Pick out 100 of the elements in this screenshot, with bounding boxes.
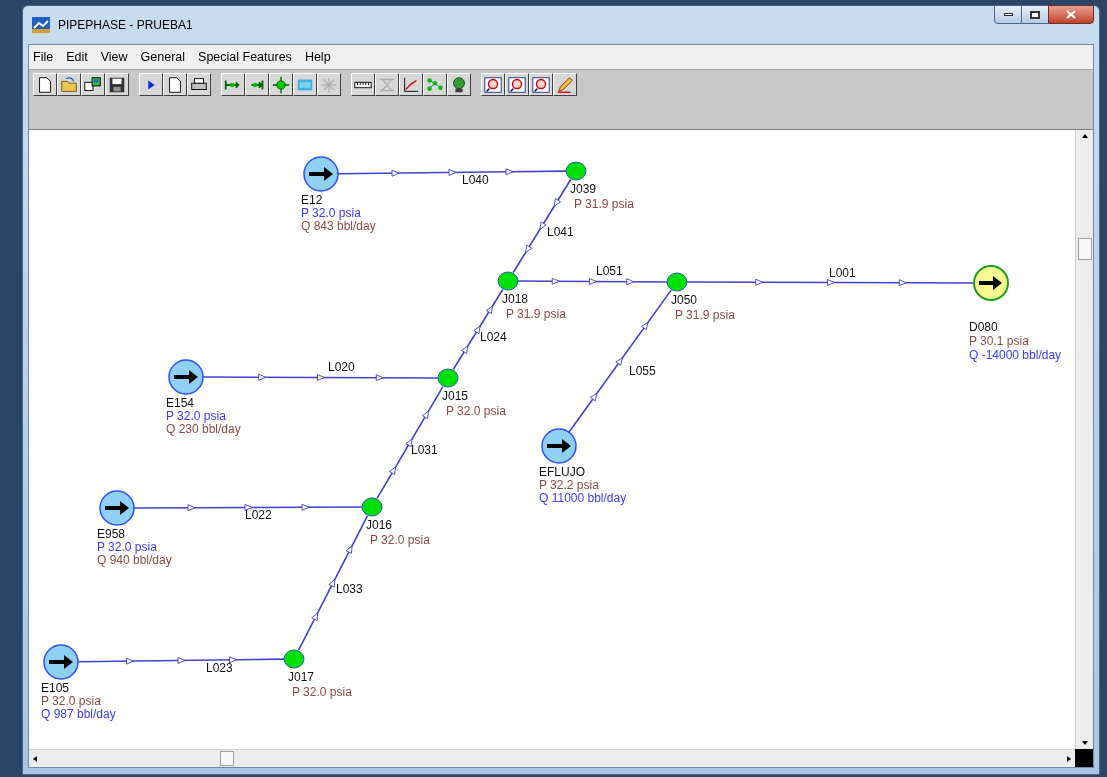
pipe-label: L041 <box>547 225 574 239</box>
junction-node[interactable] <box>437 368 459 388</box>
junction-node-button[interactable] <box>269 73 293 96</box>
app-logo-icon <box>32 17 50 33</box>
junction-node[interactable] <box>565 161 587 181</box>
scroll-left-icon[interactable] <box>33 755 37 762</box>
window-title: PIPEPHASE - PRUEBA1 <box>58 17 193 34</box>
maximize-button[interactable] <box>1022 5 1048 24</box>
node-reading: P 32.0 psia <box>166 409 226 423</box>
sink-node-button[interactable] <box>245 73 269 96</box>
source-node-icon[interactable] <box>541 428 577 464</box>
node-name: J015 <box>442 389 469 403</box>
source-node-button[interactable] <box>221 73 245 96</box>
menu-item[interactable]: Special Features <box>198 47 292 67</box>
print-button[interactable] <box>187 73 211 96</box>
pencil-icon <box>555 74 575 95</box>
grid-button[interactable] <box>375 73 399 96</box>
menu-item[interactable]: View <box>100 47 128 67</box>
node-reading: P 32.0 psia <box>370 533 430 547</box>
pipe-line[interactable] <box>512 178 572 274</box>
junction-node[interactable] <box>666 272 688 292</box>
pipe-label: L033 <box>336 582 363 596</box>
save-disk-button[interactable] <box>105 73 129 96</box>
chart-button[interactable] <box>399 73 423 96</box>
menu-item[interactable]: Help <box>304 47 331 67</box>
node-reading: P 32.0 psia <box>97 540 157 554</box>
node-graph-button[interactable] <box>423 73 447 96</box>
node-reading: Q 11000 bbl/day <box>539 491 627 505</box>
pipe-label: L051 <box>596 264 623 278</box>
asterisk-button[interactable] <box>317 73 341 96</box>
junction-node-icon <box>271 74 291 95</box>
node-name: E958 <box>97 527 126 541</box>
node-reading: P 31.9 psia <box>574 197 634 211</box>
network-window-button[interactable] <box>81 73 105 96</box>
menu-item[interactable]: Edit <box>66 47 88 67</box>
pipe-line[interactable] <box>133 503 363 512</box>
node-name: J018 <box>502 292 529 306</box>
minimize-icon <box>1003 13 1013 16</box>
scroll-right-icon[interactable] <box>1067 755 1071 762</box>
open-folder-button[interactable] <box>57 73 81 96</box>
node-reading: P 32.0 psia <box>446 404 506 418</box>
pipe-label: L040 <box>462 173 489 187</box>
node-name: EFLUJO <box>539 465 585 479</box>
node-name: E12 <box>301 193 323 207</box>
node-reading: P 32.0 psia <box>301 206 361 220</box>
zoom-in-button[interactable] <box>481 73 505 96</box>
pipe-label: L022 <box>245 508 272 522</box>
junction-node[interactable] <box>361 497 383 517</box>
junction-node[interactable] <box>497 271 519 291</box>
source-node-icon[interactable] <box>99 490 135 526</box>
pipe-label: L001 <box>829 266 856 280</box>
open-folder-icon <box>59 74 79 95</box>
scroll-down-icon[interactable] <box>1081 741 1088 745</box>
horizontal-scrollbar[interactable] <box>29 749 1075 767</box>
node-name: J016 <box>366 518 393 532</box>
scroll-thumb[interactable] <box>220 751 234 766</box>
source-node-icon[interactable] <box>43 644 79 680</box>
node-name: E154 <box>166 396 195 410</box>
new-file-button[interactable] <box>33 73 57 96</box>
close-button[interactable] <box>1048 5 1094 24</box>
run-button[interactable] <box>139 73 163 96</box>
zoom-reset-icon <box>531 74 551 95</box>
node-reading: P 30.1 psia <box>969 334 1029 348</box>
pipe-line[interactable] <box>77 656 285 665</box>
node-reading: Q 987 bbl/day <box>41 707 116 721</box>
vertical-scrollbar[interactable] <box>1075 130 1093 749</box>
page-button[interactable] <box>163 73 187 96</box>
pipe-label: L031 <box>411 443 438 457</box>
pipe-line[interactable] <box>202 373 439 382</box>
pipe-line[interactable] <box>517 277 668 286</box>
minimize-button[interactable] <box>994 5 1022 24</box>
maximize-icon <box>1030 10 1040 19</box>
junction-node[interactable] <box>283 649 305 669</box>
node-reading: Q 230 bbl/day <box>166 422 241 436</box>
pipe-line[interactable] <box>568 289 672 433</box>
node-reading: Q 940 bbl/day <box>97 553 172 567</box>
pipe-line[interactable] <box>376 385 444 500</box>
device-button[interactable] <box>293 73 317 96</box>
menu-item[interactable]: General <box>140 47 186 67</box>
pipe-label: L024 <box>480 330 507 344</box>
pipe-line[interactable] <box>686 278 975 287</box>
node-name: E105 <box>41 681 70 695</box>
globe-button[interactable] <box>447 73 471 96</box>
node-reading: Q -14000 bbl/day <box>969 348 1062 362</box>
sink-node-icon[interactable] <box>973 265 1009 301</box>
menu-item[interactable]: File <box>33 47 54 67</box>
node-reading: P 32.0 psia <box>292 685 352 699</box>
zoom-out-button[interactable] <box>505 73 529 96</box>
source-node-icon[interactable] <box>303 156 339 192</box>
scroll-up-icon[interactable] <box>1081 134 1088 138</box>
pipe-line[interactable] <box>337 168 567 177</box>
pencil-button[interactable] <box>553 73 577 96</box>
ruler-button[interactable] <box>351 73 375 96</box>
node-reading: Q 843 bbl/day <box>301 219 376 233</box>
pipe-label: L055 <box>629 364 656 378</box>
source-node-icon[interactable] <box>168 359 204 395</box>
zoom-reset-button[interactable] <box>529 73 553 96</box>
pipe-label: L020 <box>328 360 355 374</box>
scroll-thumb[interactable] <box>1077 238 1092 260</box>
node-name: J039 <box>570 182 597 196</box>
